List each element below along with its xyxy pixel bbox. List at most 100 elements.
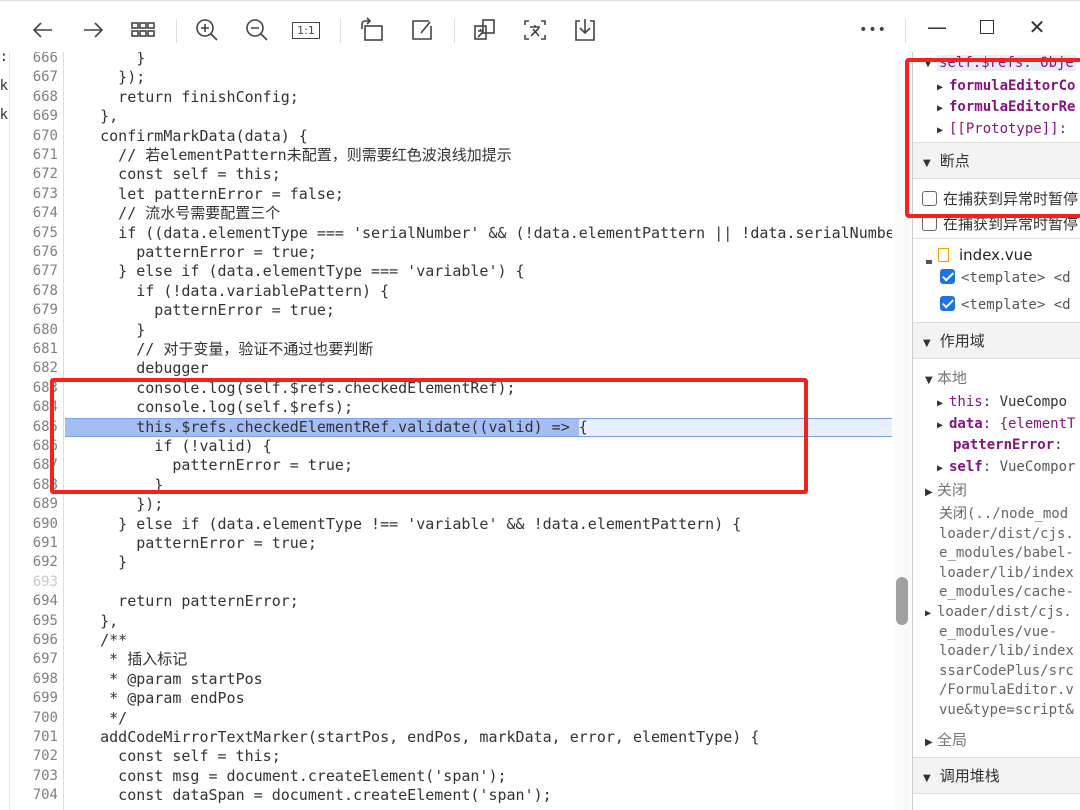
code-line[interactable]: 673 let patternError = false; — [10, 185, 892, 204]
scope-var-data[interactable]: ▶ data: {elementT — [913, 414, 1080, 434]
code-line[interactable]: 696 /** — [10, 631, 892, 650]
line-number[interactable]: 673 — [10, 185, 58, 204]
line-number[interactable]: 691 — [10, 534, 58, 553]
code-line[interactable]: 674 // 流水号需要配置三个 — [10, 204, 892, 223]
pause-on-caught-checkbox[interactable]: 在捕获到异常时暂停 — [913, 189, 1080, 209]
code-line[interactable]: 704 const dataSpan = document.createElem… — [10, 786, 892, 805]
ocr-text-icon[interactable] — [520, 15, 550, 45]
code-line[interactable]: 703 const msg = document.createElement('… — [10, 767, 892, 786]
line-number[interactable]: 671 — [10, 146, 58, 165]
line-number[interactable]: 682 — [10, 359, 58, 378]
line-number[interactable]: 692 — [10, 553, 58, 572]
line-number[interactable]: 681 — [10, 340, 58, 359]
line-number[interactable]: 680 — [10, 321, 58, 340]
line-number[interactable]: 687 — [10, 456, 58, 475]
line-number[interactable]: 679 — [10, 301, 58, 320]
line-number[interactable]: 693 — [10, 573, 58, 592]
code-line[interactable]: 684 console.log(self.$refs); — [10, 398, 892, 417]
line-number[interactable]: 669 — [10, 107, 58, 126]
line-number[interactable]: 698 — [10, 670, 58, 689]
code-line[interactable]: 670 confirmMarkData(data) { — [10, 127, 892, 146]
code-line[interactable]: 683 console.log(self.$refs.checkedElemen… — [10, 379, 892, 398]
code-line[interactable]: 688 } — [10, 476, 892, 495]
line-number[interactable]: 668 — [10, 88, 58, 107]
watch-child[interactable]: ▶ formulaEditorCo — [913, 76, 1080, 96]
line-number[interactable]: 666 — [10, 52, 58, 68]
checkbox-checked[interactable] — [940, 269, 955, 284]
scope-global[interactable]: ▶ 全局 — [913, 730, 1080, 750]
line-number[interactable]: 695 — [10, 612, 58, 631]
code-line[interactable]: 672 const self = this; — [10, 165, 892, 184]
section-callstack[interactable]: ▼ 调用堆栈 — [913, 757, 1080, 794]
zoom-out-icon[interactable] — [242, 15, 272, 45]
line-number[interactable]: 675 — [10, 224, 58, 243]
code-line[interactable]: 679 patternError = true; — [10, 301, 892, 320]
line-number[interactable]: 697 — [10, 650, 58, 669]
line-number[interactable]: 674 — [10, 204, 58, 223]
scrollbar-thumb[interactable] — [896, 577, 908, 625]
code-line[interactable]: 691 patternError = true; — [10, 534, 892, 553]
line-number[interactable]: 703 — [10, 767, 58, 786]
checkbox[interactable] — [922, 216, 937, 231]
line-number[interactable]: 683 — [10, 379, 58, 398]
line-number[interactable]: 677 — [10, 262, 58, 281]
code-line[interactable]: 692 } — [10, 553, 892, 572]
code-line[interactable]: 678 if (!data.variablePattern) { — [10, 282, 892, 301]
line-number[interactable]: 694 — [10, 592, 58, 611]
watch-expression[interactable]: ▼ self.$refs: Obje — [913, 52, 1080, 74]
scope-var-self[interactable]: ▶ self: VueCompor — [913, 457, 1080, 477]
code-line[interactable]: 694 return patternError; — [10, 592, 892, 611]
line-number[interactable]: 702 — [10, 747, 58, 766]
line-number[interactable]: 690 — [10, 515, 58, 534]
code-line[interactable]: 702 const self = this; — [10, 747, 892, 766]
editor-scrollbar[interactable] — [895, 52, 911, 810]
zoom-in-icon[interactable] — [192, 15, 222, 45]
rotate-icon[interactable] — [357, 15, 387, 45]
forward-arrow-icon[interactable] — [78, 15, 108, 45]
code-line[interactable]: 669 }, — [10, 107, 892, 126]
code-line[interactable]: 698 * @param startPos — [10, 670, 892, 689]
scope-local[interactable]: ▼ 本地 — [913, 368, 1080, 388]
watch-child[interactable]: ▶ formulaEditorRe — [913, 97, 1080, 117]
line-number[interactable]: 670 — [10, 127, 58, 146]
line-number[interactable]: 686 — [10, 437, 58, 456]
code-line[interactable]: 682 debugger — [10, 359, 892, 378]
code-line[interactable]: 671 // 若elementPattern未配置，则需要红色波浪线加提示 — [10, 146, 892, 165]
line-number[interactable]: 689 — [10, 495, 58, 514]
scope-var-patternError[interactable]: patternError: — [913, 435, 1080, 455]
code-line[interactable]: 666 } — [10, 52, 892, 68]
line-number[interactable]: 700 — [10, 709, 58, 728]
line-number[interactable]: 685 — [10, 418, 58, 437]
code-line[interactable]: 686 if (!valid) { — [10, 437, 892, 456]
line-number[interactable]: 704 — [10, 786, 58, 805]
code-line[interactable]: 677 } else if (data.elementType === 'var… — [10, 262, 892, 281]
paused-code-line[interactable]: 685 this.$refs.checkedElementRef.validat… — [10, 417, 892, 437]
line-number[interactable]: 678 — [10, 282, 58, 301]
checkbox-checked[interactable] — [940, 296, 955, 311]
line-number[interactable]: 676 — [10, 243, 58, 262]
edit-icon[interactable] — [407, 15, 437, 45]
line-number[interactable]: 684 — [10, 398, 58, 417]
scope-closure[interactable]: ▶ 关闭 — [913, 480, 1080, 500]
code-line[interactable]: 695 }, — [10, 612, 892, 631]
code-editor[interactable]: 666 } 667 }); 668 return finishConfig; 669 … — [10, 52, 892, 810]
breakpoint-item[interactable]: <template> <d — [913, 268, 1080, 288]
scope-var-this[interactable]: ▶ this: VueCompo — [913, 392, 1080, 412]
minimize-button[interactable]: — — [922, 15, 952, 39]
line-number[interactable]: 699 — [10, 689, 58, 708]
close-button[interactable]: ✕ — [1022, 15, 1052, 39]
code-line[interactable]: 693 — [10, 573, 892, 592]
code-line[interactable]: 668 return finishConfig; — [10, 88, 892, 107]
maximize-button[interactable] — [972, 15, 1002, 39]
code-line[interactable]: 667 }); — [10, 68, 892, 87]
line-number[interactable]: 672 — [10, 165, 58, 184]
code-line[interactable]: 675 if ((data.elementType === 'serialNum… — [10, 224, 892, 243]
code-line[interactable]: 680 } — [10, 321, 892, 340]
code-line[interactable]: 700 */ — [10, 709, 892, 728]
download-icon[interactable] — [570, 15, 600, 45]
translate-icon[interactable] — [470, 15, 500, 45]
more-menu-button[interactable]: ••• — [858, 15, 888, 45]
code-line[interactable]: 689 }); — [10, 495, 892, 514]
section-scope[interactable]: ▼ 作用域 — [913, 322, 1080, 359]
grid-icon[interactable] — [128, 15, 158, 45]
